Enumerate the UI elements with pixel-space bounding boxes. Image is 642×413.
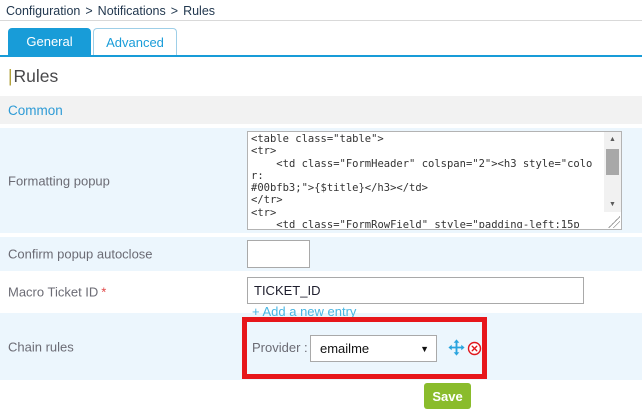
- breadcrumb-configuration[interactable]: Configuration: [6, 4, 80, 18]
- tab-advanced[interactable]: Advanced: [93, 28, 177, 55]
- provider-select[interactable]: emailme ▼: [310, 335, 437, 362]
- section-header-common: Common: [0, 96, 642, 124]
- breadcrumb-notifications[interactable]: Notifications: [98, 4, 166, 18]
- macro-ticket-id-label: Macro Ticket ID*: [8, 285, 106, 300]
- breadcrumb-separator: >: [171, 4, 178, 18]
- confirm-autoclose-input[interactable]: [247, 240, 310, 268]
- save-button[interactable]: Save: [424, 383, 471, 409]
- formatting-popup-code: <table class="table"> <tr> <td class="Fo…: [251, 133, 601, 228]
- provider-label: Provider :: [252, 340, 308, 355]
- formatting-popup-label: Formatting popup: [8, 173, 110, 188]
- resize-grip-icon[interactable]: [608, 216, 620, 228]
- page-title-prefix: |: [8, 66, 13, 86]
- provider-select-value: emailme: [320, 341, 420, 356]
- breadcrumb-rules[interactable]: Rules: [183, 4, 215, 18]
- tab-general[interactable]: General: [8, 28, 91, 55]
- delete-entry-icon[interactable]: [467, 341, 482, 356]
- row-confirm-autoclose: Confirm popup autoclose: [0, 237, 642, 271]
- chevron-down-icon: ▼: [420, 344, 429, 354]
- formatting-popup-textarea[interactable]: <table class="table"> <tr> <td class="Fo…: [247, 131, 622, 230]
- macro-ticket-id-input[interactable]: [247, 277, 584, 304]
- tab-general-label: General: [26, 34, 72, 49]
- breadcrumb-separator: >: [85, 4, 92, 18]
- add-new-entry-link[interactable]: + Add a new entry: [252, 304, 356, 319]
- scrollbar-thumb[interactable]: [606, 149, 619, 175]
- chain-rules-label: Chain rules: [8, 339, 74, 354]
- section-header-label: Common: [8, 103, 63, 118]
- scroll-up-icon[interactable]: ▲: [604, 132, 621, 147]
- tab-underline: [0, 55, 642, 57]
- notification-rules-page: Configuration > Notifications > Rules Genera…: [0, 0, 642, 413]
- required-marker: *: [101, 285, 106, 300]
- confirm-autoclose-label: Confirm popup autoclose: [8, 247, 153, 262]
- tab-advanced-label: Advanced: [106, 35, 164, 50]
- move-entry-icon[interactable]: [448, 339, 465, 356]
- textarea-scrollbar[interactable]: ▲ ▼: [604, 132, 621, 212]
- page-title: |Rules: [8, 66, 58, 87]
- scroll-down-icon[interactable]: ▼: [604, 197, 621, 212]
- page-title-text: Rules: [14, 66, 59, 86]
- header-divider: [0, 20, 642, 21]
- breadcrumb: Configuration > Notifications > Rules: [6, 4, 215, 18]
